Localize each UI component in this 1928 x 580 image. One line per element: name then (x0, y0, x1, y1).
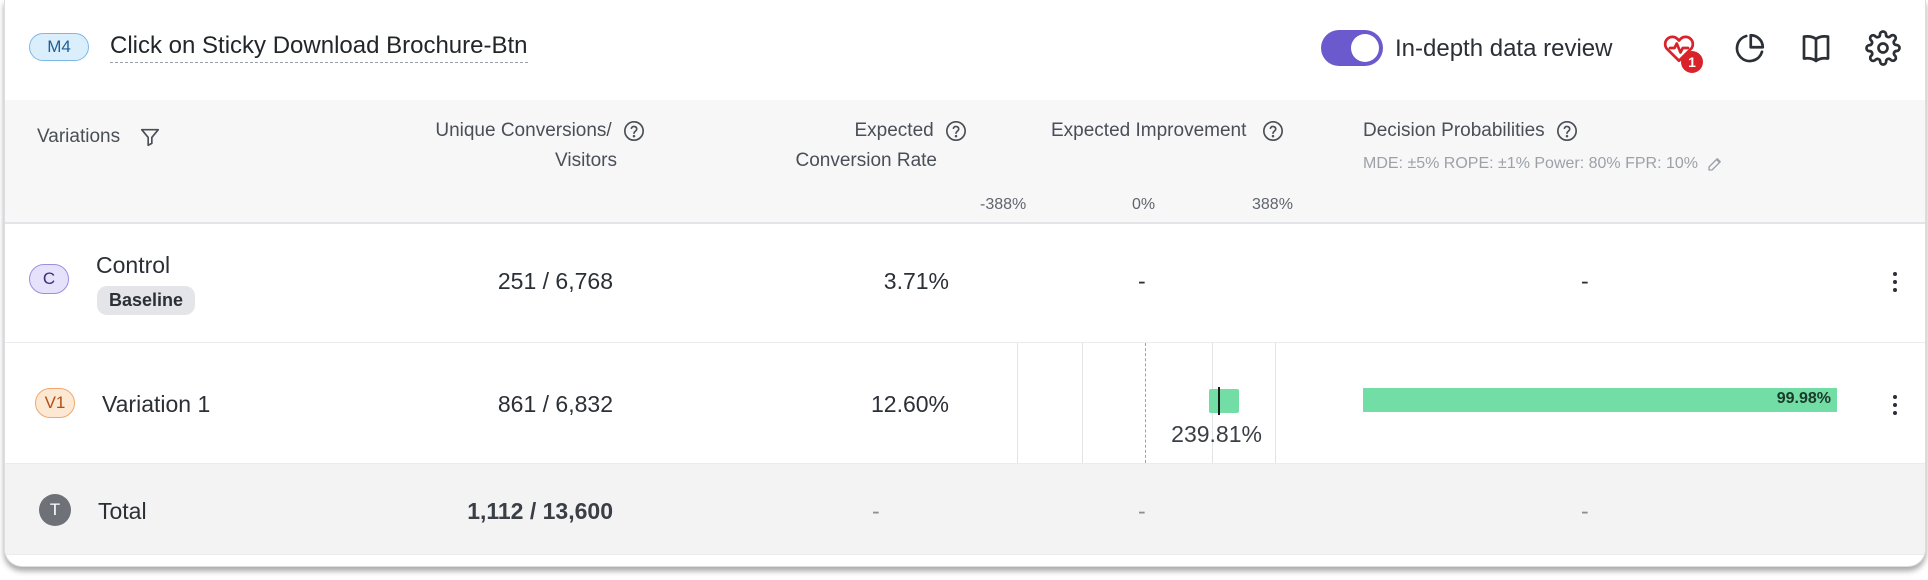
toggle-label: In-depth data review (1395, 35, 1613, 62)
row-menu-icon[interactable] (1891, 272, 1899, 292)
col-visitors-label: Visitors (555, 150, 617, 171)
help-icon[interactable] (1262, 120, 1284, 142)
filter-icon[interactable] (139, 126, 161, 148)
conversions-value: 251 / 6,768 (497, 268, 613, 294)
total-label: Total (98, 498, 147, 524)
decision-settings: MDE: ±5% ROPE: ±1% Power: 80% FPR: 10% (1363, 155, 1724, 173)
variation-name: Control (96, 252, 171, 278)
col-expected-improvement-label: Expected Improvement (1051, 120, 1247, 141)
baseline-badge: Baseline (97, 286, 196, 315)
pencil-icon[interactable] (1706, 155, 1724, 173)
help-icon[interactable] (945, 120, 967, 142)
conversion-rate-value: 12.60% (870, 391, 949, 417)
book-icon[interactable] (1798, 30, 1834, 66)
row-menu-icon[interactable] (1891, 395, 1899, 415)
col-expected-improvement: Expected Improvement (1051, 116, 1284, 146)
col-unique-conversions-label: Unique Conversions/ (435, 120, 612, 141)
axis-tick-max: 388% (1252, 196, 1293, 213)
grid-line (1082, 343, 1083, 463)
improvement-value: - (1138, 268, 1146, 294)
probability-value: - (1581, 268, 1589, 294)
variation-name: Variation 1 (102, 391, 211, 417)
goal-badge: M4 (29, 33, 89, 61)
total-avatar: T (39, 494, 71, 526)
grid-line (1275, 343, 1276, 463)
col-decision-probabilities: Decision Probabilities (1363, 116, 1578, 146)
table-row-total: T Total 1,112 / 13,600 - - - (5, 464, 1925, 555)
table-row-variation-1[interactable]: V1 Variation 1 861 / 6,832 12.60% 239.81… (5, 343, 1925, 464)
variation-avatar: C (29, 264, 69, 294)
col-conversion-rate-label: Conversion Rate (795, 150, 937, 171)
conversions-value: 861 / 6,832 (497, 391, 613, 417)
probability-bar-fill (1363, 388, 1837, 412)
goal-title[interactable]: Click on Sticky Download Brochure-Btn (110, 32, 528, 63)
zero-line (1145, 343, 1146, 463)
col-unique-conversions: Unique Conversions/ Visitors (305, 116, 645, 176)
improvement-mean-marker (1218, 387, 1221, 415)
total-probability-value: - (1581, 498, 1589, 524)
improvement-value: 239.81% (1171, 421, 1262, 447)
col-expected-rate: Expected Conversion Rate (705, 116, 967, 176)
col-variations[interactable]: Variations (37, 122, 161, 152)
grid-line (1017, 343, 1018, 463)
conversion-rate-value: 3.71% (883, 268, 949, 294)
table-row-control[interactable]: C Control Baseline 251 / 6,768 3.71% - - (5, 224, 1925, 343)
decision-settings-text: MDE: ±5% ROPE: ±1% Power: 80% FPR: 10% (1363, 155, 1699, 173)
col-expected-label: Expected (854, 120, 934, 141)
help-icon[interactable] (623, 120, 645, 142)
improvement-interval-bar[interactable] (1209, 389, 1240, 413)
total-rate-value: - (872, 498, 880, 524)
probability-value: 99.98% (1776, 390, 1831, 407)
toggle-knob (1351, 34, 1379, 62)
col-variations-label: Variations (37, 126, 121, 147)
total-conversions-value: 1,112 / 13,600 (467, 498, 613, 524)
in-depth-review-toggle[interactable] (1321, 30, 1383, 66)
axis-tick-zero: 0% (1132, 196, 1156, 213)
total-improvement-value: - (1138, 498, 1146, 524)
help-icon[interactable] (1556, 120, 1578, 142)
report-card: M4 Click on Sticky Download Brochure-Btn… (4, 0, 1926, 567)
col-decision-probabilities-label: Decision Probabilities (1363, 120, 1545, 141)
probability-bar[interactable]: 99.98% (1363, 388, 1837, 412)
goal-header: M4 Click on Sticky Download Brochure-Btn… (5, 0, 1925, 101)
notification-count: 1 (1681, 51, 1703, 73)
gear-icon[interactable] (1865, 30, 1901, 66)
variation-avatar: V1 (35, 388, 75, 418)
axis-tick-min: -388% (980, 196, 1027, 213)
pie-chart-icon[interactable] (1732, 30, 1768, 66)
